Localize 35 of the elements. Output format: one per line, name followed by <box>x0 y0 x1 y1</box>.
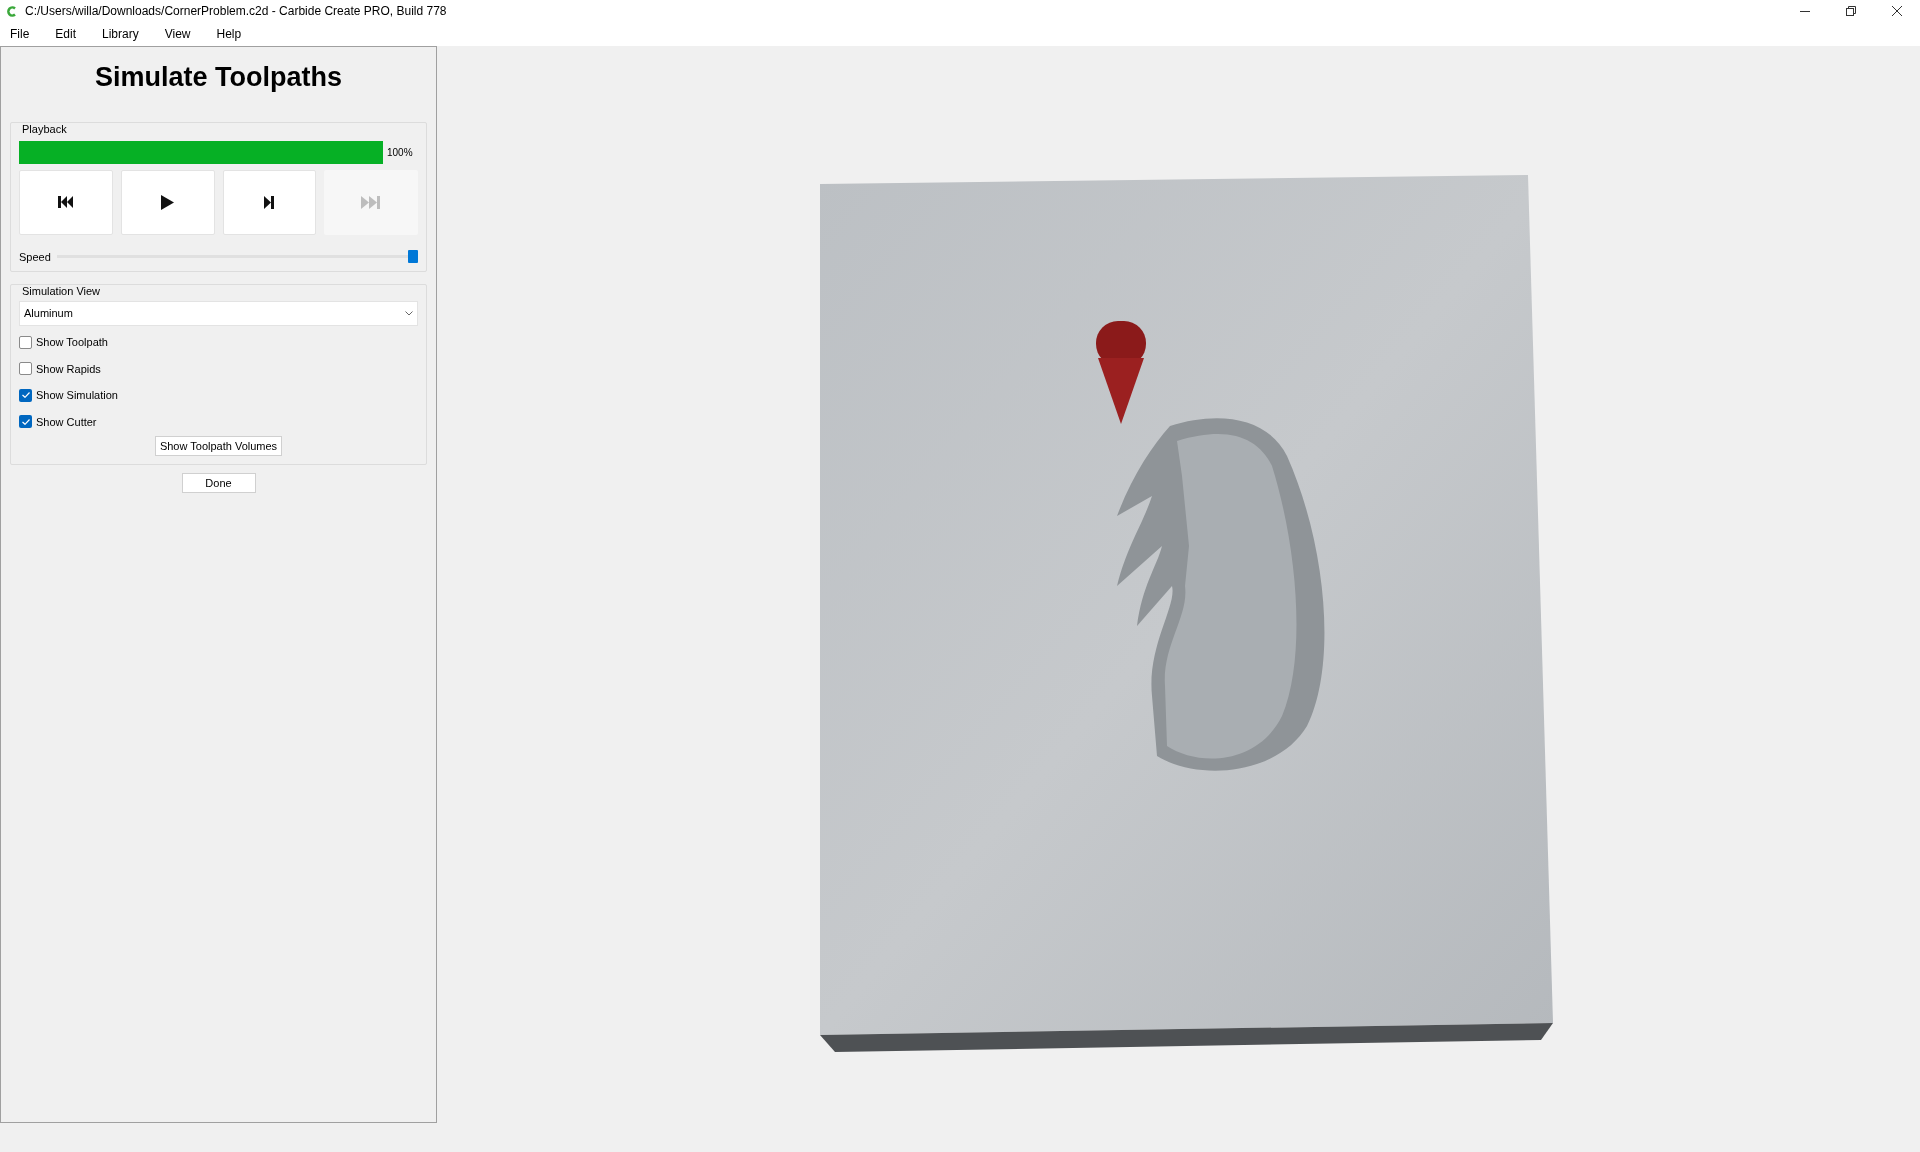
checkbox-label: Show Simulation <box>36 388 118 403</box>
speed-label: Speed <box>19 249 51 265</box>
menu-item[interactable]: Help <box>210 25 248 43</box>
group-label: Simulation View <box>22 284 101 299</box>
checkbox-label: Show Cutter <box>36 414 97 430</box>
panel-title: Simulate Toolpaths <box>94 61 343 94</box>
menu-item[interactable]: Library <box>96 25 145 43</box>
restore-icon <box>1846 6 1856 16</box>
chevron-down-icon <box>405 311 413 316</box>
checkbox[interactable] <box>19 415 32 429</box>
menu-item[interactable]: Edit <box>49 25 83 43</box>
menu-item[interactable]: View <box>158 25 197 43</box>
done-button[interactable]: Done <box>181 473 256 493</box>
show-toolpath-volumes-button[interactable]: Show Toolpath Volumes <box>154 436 283 456</box>
skip-to-end-icon <box>361 195 382 209</box>
material-dropdown[interactable]: Aluminum <box>19 301 418 326</box>
checkbox[interactable] <box>19 335 32 349</box>
checkmark-icon <box>21 392 30 399</box>
minimize-icon <box>1800 10 1810 12</box>
slider-thumb[interactable] <box>408 250 418 264</box>
checkbox[interactable] <box>19 388 32 402</box>
progress-reading: 100% <box>387 145 413 160</box>
skip-back-icon <box>57 196 74 208</box>
play-icon <box>161 194 175 210</box>
step-forward-icon <box>264 195 275 209</box>
menu-item[interactable]: File <box>4 25 36 43</box>
group-label: Playback <box>22 121 67 137</box>
close-icon <box>1892 6 1902 16</box>
checkbox[interactable] <box>19 362 32 376</box>
speed-slider[interactable] <box>56 250 418 264</box>
app-logo-icon <box>6 5 17 17</box>
window-title: C:/Users/willa/Downloads/CornerProblem.c2d - Carbide Create PRO, Build 778 <box>25 3 447 20</box>
checkbox-label: Show Rapids <box>36 361 101 377</box>
checkbox-label: Show Toolpath <box>36 335 108 350</box>
checkmark-icon <box>21 418 30 425</box>
